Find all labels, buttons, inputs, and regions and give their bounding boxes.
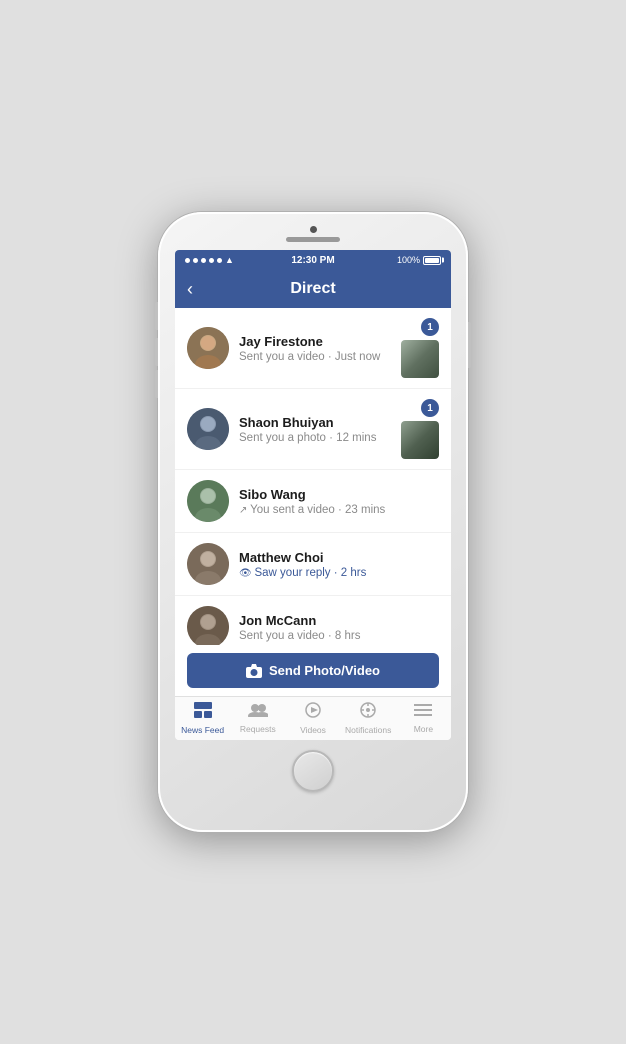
avatar-jon <box>187 606 229 645</box>
requests-icon <box>248 703 268 722</box>
msg-preview-sibo: ↗ You sent a video · 23 mins <box>239 504 439 516</box>
saw-reply-text: Saw your reply · 2 hrs <box>254 567 366 579</box>
wifi-icon: ▲ <box>225 255 234 265</box>
send-button-area: Send Photo/Video <box>175 645 451 696</box>
avatar-sibo-svg <box>187 480 229 522</box>
message-item-jon[interactable]: Jon McCann Sent you a video · 8 hrs <box>175 596 451 645</box>
msg-right-shaon: 1 <box>401 399 439 459</box>
earpiece-speaker <box>286 237 340 242</box>
tab-requests[interactable]: Requests <box>230 697 285 740</box>
msg-content-jon: Jon McCann Sent you a video · 8 hrs <box>239 613 439 642</box>
nav-title: Direct <box>290 280 335 298</box>
msg-preview-sibo-text: You sent a video · 23 mins <box>250 504 385 516</box>
avatar-matthew-svg <box>187 543 229 585</box>
msg-content-shaon: Shaon Bhuiyan Sent you a photo · 12 mins <box>239 415 393 444</box>
signal-dot-4 <box>209 258 214 263</box>
avatar-jay-svg <box>187 327 229 369</box>
notifications-label: Notifications <box>345 725 391 735</box>
message-item-sibo[interactable]: Sibo Wang ↗ You sent a video · 23 mins <box>175 470 451 533</box>
msg-preview-matthew: 👁 Saw your reply · 2 hrs <box>239 567 439 579</box>
avatar-sibo <box>187 480 229 522</box>
status-right: 100% <box>397 255 441 265</box>
msg-content-jay: Jay Firestone Sent you a video · Just no… <box>239 334 393 363</box>
msg-name-sibo: Sibo Wang <box>239 487 439 502</box>
tab-notifications[interactable]: Notifications <box>341 697 396 740</box>
tab-videos[interactable]: Videos <box>285 697 340 740</box>
unread-badge-jay: 1 <box>421 318 439 336</box>
msg-name-matthew: Matthew Choi <box>239 550 439 565</box>
msg-name-shaon: Shaon Bhuiyan <box>239 415 393 430</box>
requests-svg-icon <box>248 703 268 717</box>
thumbnail-jay <box>401 340 439 378</box>
tab-news-feed[interactable]: News Feed <box>175 697 230 740</box>
news-feed-label: News Feed <box>181 725 224 735</box>
tab-more[interactable]: More <box>396 697 451 740</box>
signal-dot-2 <box>193 258 198 263</box>
msg-right-jay: 1 <box>401 318 439 378</box>
sent-arrow-icon: ↗ <box>239 505 250 516</box>
more-icon <box>414 703 432 722</box>
message-item-matthew[interactable]: Matthew Choi 👁 Saw your reply · 2 hrs <box>175 533 451 596</box>
videos-label: Videos <box>300 725 326 735</box>
signal-dot-1 <box>185 258 190 263</box>
avatar-shaon-svg <box>187 408 229 450</box>
thumbnail-shaon <box>401 421 439 459</box>
home-button[interactable] <box>292 750 334 792</box>
status-bar: ▲ 12:30 PM 100% <box>175 250 451 270</box>
msg-preview-jay: Sent you a video · Just now <box>239 351 393 363</box>
requests-label: Requests <box>240 724 276 734</box>
message-list: Jay Firestone Sent you a video · Just no… <box>175 308 451 645</box>
tab-bar: News Feed Requests <box>175 696 451 740</box>
battery-fill <box>425 258 439 263</box>
phone-frame: ▲ 12:30 PM 100% ‹ Direct <box>158 212 468 832</box>
notifications-icon <box>360 702 376 723</box>
phone-top-bar <box>158 226 468 242</box>
back-button[interactable]: ‹ <box>187 279 193 300</box>
avatar-jon-svg <box>187 606 229 645</box>
msg-name-jay: Jay Firestone <box>239 334 393 349</box>
signal-dot-5 <box>217 258 222 263</box>
status-left: ▲ <box>185 255 234 265</box>
videos-icon <box>305 702 321 723</box>
camera-icon <box>246 664 262 678</box>
avatar-shaon <box>187 408 229 450</box>
send-photo-video-button[interactable]: Send Photo/Video <box>187 653 439 688</box>
msg-preview-shaon: Sent you a photo · 12 mins <box>239 432 393 444</box>
battery-icon <box>423 256 441 265</box>
msg-content-sibo: Sibo Wang ↗ You sent a video · 23 mins <box>239 487 439 516</box>
message-item-shaon[interactable]: Shaon Bhuiyan Sent you a photo · 12 mins… <box>175 389 451 470</box>
msg-name-jon: Jon McCann <box>239 613 439 628</box>
avatar-jay <box>187 327 229 369</box>
videos-svg-icon <box>305 702 321 718</box>
msg-content-matthew: Matthew Choi 👁 Saw your reply · 2 hrs <box>239 550 439 579</box>
front-camera <box>310 226 317 233</box>
notifications-svg-icon <box>360 702 376 718</box>
more-svg-icon <box>414 703 432 717</box>
nav-bar: ‹ Direct <box>175 270 451 308</box>
send-button-label: Send Photo/Video <box>269 663 380 678</box>
more-label: More <box>414 724 433 734</box>
unread-badge-shaon: 1 <box>421 399 439 417</box>
status-time: 12:30 PM <box>291 255 334 266</box>
news-feed-svg-icon <box>194 702 212 718</box>
phone-screen: ▲ 12:30 PM 100% ‹ Direct <box>175 250 451 740</box>
message-item-jay[interactable]: Jay Firestone Sent you a video · Just no… <box>175 308 451 389</box>
signal-dot-3 <box>201 258 206 263</box>
msg-preview-jon: Sent you a video · 8 hrs <box>239 630 439 642</box>
eye-icon: 👁 <box>239 568 254 579</box>
news-feed-icon <box>194 702 212 723</box>
avatar-matthew <box>187 543 229 585</box>
battery-percentage: 100% <box>397 255 420 265</box>
